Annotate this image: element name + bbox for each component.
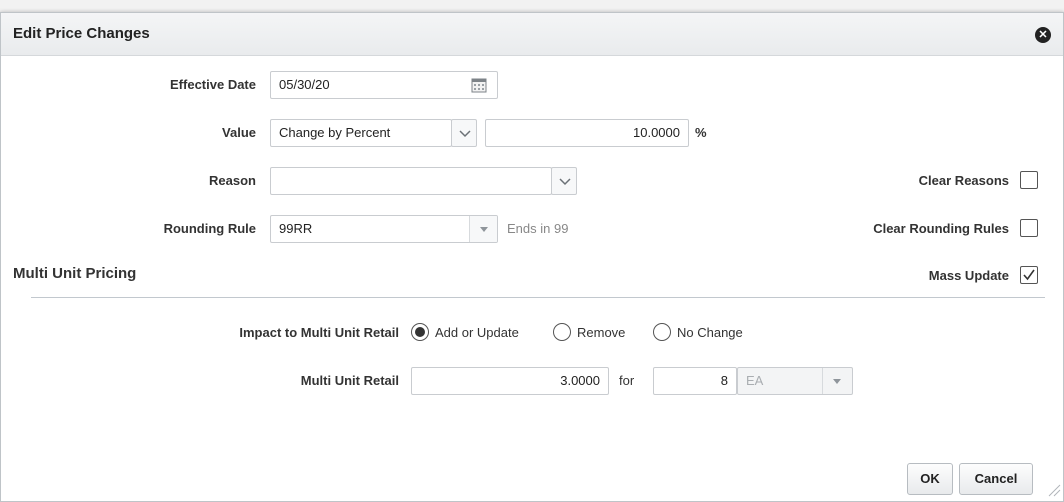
multi-unit-quantity-input[interactable]: 8	[653, 367, 737, 395]
cancel-button[interactable]: Cancel	[959, 463, 1033, 495]
mass-update-label: Mass Update	[928, 268, 1009, 283]
reason-dropdown-button[interactable]	[551, 167, 577, 195]
radio-no-change-label[interactable]: No Change	[677, 325, 743, 340]
for-label: for	[619, 373, 635, 388]
multi-unit-pricing-title: Multi Unit Pricing	[13, 265, 137, 282]
effective-date-input[interactable]: 05/30/20	[270, 71, 498, 99]
edit-price-changes-dialog: Edit Price Changes ✕ Effective Date 05/3…	[0, 12, 1064, 502]
resize-grip-icon[interactable]	[1047, 483, 1061, 497]
radio-remove[interactable]	[553, 323, 571, 341]
value-type-select[interactable]: Change by Percent	[270, 119, 452, 147]
clear-reasons-checkbox[interactable]	[1020, 171, 1038, 189]
close-icon[interactable]: ✕	[1035, 27, 1051, 43]
multi-unit-retail-label: Multi Unit Retail	[300, 373, 399, 388]
rounding-rule-combobox[interactable]: 99RR	[270, 215, 498, 243]
uom-value: EA	[746, 373, 764, 388]
value-label: Value	[222, 125, 256, 140]
rounding-rule-value: 99RR	[279, 221, 313, 236]
radio-remove-label[interactable]: Remove	[577, 325, 625, 340]
uom-select: EA	[737, 367, 853, 395]
background-window-strip	[0, 0, 1064, 12]
effective-date-label: Effective Date	[170, 77, 256, 92]
section-divider	[31, 297, 1045, 298]
rounding-rule-dropdown-icon[interactable]	[469, 216, 497, 242]
radio-add-or-update[interactable]	[411, 323, 429, 341]
chevron-down-icon	[559, 178, 571, 186]
chevron-down-icon	[459, 130, 471, 138]
clear-reasons-label: Clear Reasons	[918, 173, 1009, 188]
rounding-rule-note: Ends in 99	[507, 221, 569, 236]
dialog-title-bar: Edit Price Changes ✕	[1, 13, 1063, 56]
dialog-title: Edit Price Changes	[13, 25, 150, 42]
ok-button[interactable]: OK	[907, 463, 953, 495]
value-amount-input[interactable]: 10.0000	[485, 119, 689, 147]
reason-select[interactable]	[270, 167, 552, 195]
rounding-rule-label: Rounding Rule	[163, 221, 256, 236]
reason-label: Reason	[209, 173, 256, 188]
value-unit-label: %	[695, 125, 707, 140]
radio-add-or-update-label[interactable]: Add or Update	[435, 325, 519, 340]
radio-no-change[interactable]	[653, 323, 671, 341]
clear-rounding-rules-label: Clear Rounding Rules	[873, 221, 1009, 236]
multi-unit-retail-amount-input[interactable]: 3.0000	[411, 367, 609, 395]
value-type-dropdown-button[interactable]	[451, 119, 477, 147]
clear-rounding-rules-checkbox[interactable]	[1020, 219, 1038, 237]
check-icon	[1023, 269, 1035, 281]
calendar-icon[interactable]	[471, 77, 487, 93]
uom-dropdown-icon	[822, 368, 850, 394]
mass-update-checkbox[interactable]	[1020, 266, 1038, 284]
impact-to-multi-unit-retail-label: Impact to Multi Unit Retail	[239, 325, 399, 340]
